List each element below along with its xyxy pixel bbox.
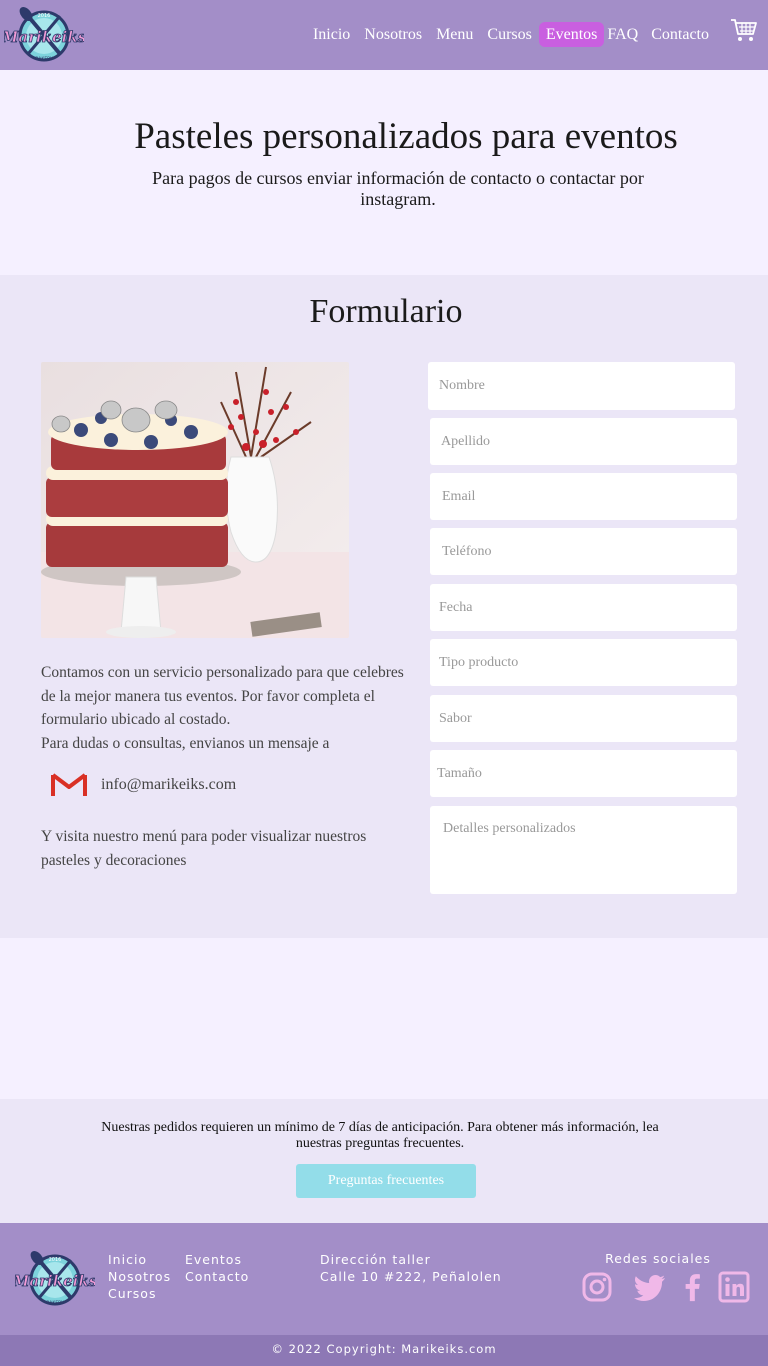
nav-contacto[interactable]: Contacto [644,22,716,47]
svg-text:2016: 2016 [49,1257,62,1263]
footer-link-inicio[interactable]: Inicio [108,1251,171,1268]
instagram-icon[interactable] [581,1271,613,1303]
svg-text:Marikeiks: Marikeiks [4,28,84,46]
notice-text: Nuestras pedidos requieren un mínimo de … [101,1120,659,1151]
form-title: Formulario [309,293,463,330]
notice-section: Nuestras pedidos requieren un mínimo de … [0,1099,768,1223]
footer-link-nosotros[interactable]: Nosotros [108,1268,171,1285]
page-subtitle: Para pagos de cursos enviar información … [152,168,644,209]
nav-cursos[interactable]: Cursos [480,22,538,47]
nav-faq[interactable]: FAQ [604,22,644,47]
nav-nosotros[interactable]: Nosotros [357,22,429,47]
footer-links-col2: Eventos Contacto [185,1251,249,1285]
nav-menu[interactable]: Menu [429,22,480,47]
svg-text:2016: 2016 [38,13,51,19]
faq-button[interactable]: Preguntas frecuentes [296,1164,476,1198]
tamano-field[interactable]: Tamaño [430,750,737,797]
footer-link-contacto[interactable]: Contacto [185,1268,249,1285]
hero-section: Pasteles personalizados para eventos Par… [0,70,768,275]
footer-links-col1: Inicio Nosotros Cursos [108,1251,171,1302]
facebook-icon[interactable] [677,1271,707,1303]
main-nav: Inicio Nosotros Menu Cursos Eventos FAQ … [306,22,716,47]
sabor-field[interactable]: Sabor [430,695,737,742]
address-title: Dirección taller [320,1252,431,1267]
form-section: Formulario Contamos con un servicio pers… [0,275,768,938]
telefono-field[interactable]: Teléfono [430,528,737,575]
site-header: Marikeiks 2016 BAKERY Inicio Nosotros Me… [0,0,768,70]
marikeiks-logo[interactable]: Marikeiks 2016 BAKERY [4,4,84,66]
svg-text:BAKERY: BAKERY [46,1300,64,1306]
address-text: Calle 10 #222, Peñalolen [320,1269,502,1284]
copyright-bar: © 2022 Copyright: Marikeiks.com [0,1335,768,1366]
cake-image [41,362,349,638]
info-paragraph: Contamos con un servicio personalizado p… [41,661,411,755]
email-link[interactable]: info@marikeiks.com [101,776,236,794]
site-footer: Marikeiks 2016 BAKERY Inicio Nosotros Cu… [0,1223,768,1335]
linkedin-icon[interactable] [718,1271,750,1303]
email-contact: info@marikeiks.com [50,771,236,799]
nav-eventos[interactable]: Eventos [538,22,605,47]
spacer-section [0,938,768,1099]
footer-logo[interactable]: Marikeiks 2016 BAKERY [15,1248,95,1310]
email-field[interactable]: Email [430,473,737,520]
twitter-icon[interactable] [633,1271,665,1303]
info-text-2: Para dudas o consultas, envianos un mens… [41,734,330,752]
copyright-text: © 2022 Copyright: Marikeiks.com [271,1342,497,1356]
nav-inicio[interactable]: Inicio [306,22,357,47]
social-title: Redes sociales [605,1251,711,1266]
shopping-cart-icon[interactable] [730,16,758,44]
detalles-textarea[interactable]: Detalles personalizados [430,806,737,894]
nombre-field[interactable]: Nombre [428,362,735,410]
svg-text:BAKERY: BAKERY [35,56,53,62]
footer-link-eventos[interactable]: Eventos [185,1251,249,1268]
svg-text:Marikeiks: Marikeiks [15,1272,95,1290]
menu-paragraph: Y visita nuestro menú para poder visuali… [41,828,367,869]
footer-address: Dirección taller Calle 10 #222, Peñalole… [320,1251,502,1285]
page-title: Pasteles personalizados para eventos [134,116,678,157]
gmail-icon [51,773,87,796]
tipo-producto-field[interactable]: Tipo producto [430,639,737,686]
apellido-field[interactable]: Apellido [430,418,737,465]
footer-link-cursos[interactable]: Cursos [108,1285,171,1302]
info-text-1: Contamos con un servicio personalizado p… [41,664,404,728]
fecha-field[interactable]: Fecha [430,584,737,631]
